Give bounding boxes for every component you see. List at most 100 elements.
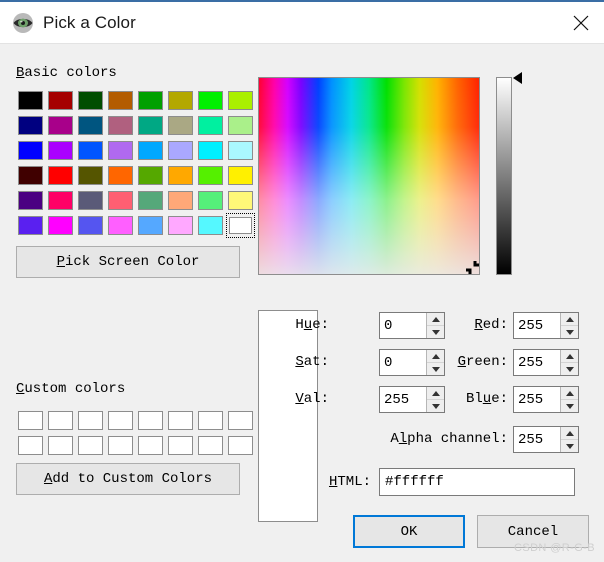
blue-value[interactable]: 255 — [514, 387, 560, 412]
basic-color-swatch[interactable] — [16, 88, 45, 113]
basic-color-swatch[interactable] — [166, 188, 195, 213]
value-slider[interactable] — [496, 77, 512, 275]
alpha-spinbox[interactable]: 255 — [513, 426, 579, 453]
basic-color-swatch[interactable] — [136, 213, 165, 238]
red-spinbox[interactable]: 255 — [513, 312, 579, 339]
basic-color-swatch[interactable] — [136, 138, 165, 163]
custom-color-swatch[interactable] — [106, 408, 135, 433]
basic-color-swatch[interactable] — [76, 138, 105, 163]
custom-color-swatch[interactable] — [76, 408, 105, 433]
custom-color-swatch[interactable] — [106, 433, 135, 458]
green-spin-buttons[interactable] — [560, 350, 578, 375]
custom-color-swatch[interactable] — [226, 433, 255, 458]
red-spin-buttons[interactable] — [560, 313, 578, 338]
html-color-input[interactable]: #ffffff — [379, 468, 575, 496]
pick-screen-color-button[interactable]: Pick Screen Color — [16, 246, 240, 278]
custom-color-swatch[interactable] — [16, 408, 45, 433]
basic-color-swatch[interactable] — [16, 138, 45, 163]
basic-color-swatch[interactable] — [16, 113, 45, 138]
basic-color-swatch[interactable] — [226, 213, 255, 238]
basic-color-swatch[interactable] — [196, 163, 225, 188]
swatch-fill — [48, 191, 73, 210]
custom-color-swatch[interactable] — [46, 433, 75, 458]
basic-color-swatch[interactable] — [46, 138, 75, 163]
hue-saturation-field[interactable] — [258, 77, 480, 275]
basic-color-swatch[interactable] — [166, 138, 195, 163]
basic-color-swatch[interactable] — [46, 163, 75, 188]
blue-spin-down[interactable] — [561, 400, 578, 412]
green-spin-up[interactable] — [561, 350, 578, 363]
basic-colors-grid[interactable] — [16, 88, 255, 238]
value-slider-marker[interactable] — [513, 72, 522, 84]
green-spin-down[interactable] — [561, 363, 578, 375]
basic-color-swatch[interactable] — [106, 163, 135, 188]
basic-color-swatch[interactable] — [226, 113, 255, 138]
basic-color-swatch[interactable] — [16, 188, 45, 213]
swatch-fill — [168, 141, 193, 160]
custom-color-swatch[interactable] — [166, 433, 195, 458]
basic-color-swatch[interactable] — [166, 163, 195, 188]
basic-color-swatch[interactable] — [76, 188, 105, 213]
ok-button[interactable]: OK — [353, 515, 465, 548]
basic-color-swatch[interactable] — [106, 113, 135, 138]
swatch-fill — [198, 91, 223, 110]
basic-color-swatch[interactable] — [106, 88, 135, 113]
basic-color-swatch[interactable] — [76, 213, 105, 238]
basic-color-swatch[interactable] — [196, 138, 225, 163]
basic-color-swatch[interactable] — [166, 213, 195, 238]
basic-color-swatch[interactable] — [76, 88, 105, 113]
basic-color-swatch[interactable] — [166, 113, 195, 138]
basic-color-swatch[interactable] — [76, 113, 105, 138]
custom-color-swatch[interactable] — [46, 408, 75, 433]
basic-color-swatch[interactable] — [16, 163, 45, 188]
custom-color-swatch[interactable] — [166, 408, 195, 433]
custom-color-swatch[interactable] — [196, 433, 225, 458]
color-field-cursor[interactable] — [466, 261, 479, 274]
basic-color-swatch[interactable] — [226, 188, 255, 213]
basic-color-swatch[interactable] — [46, 213, 75, 238]
basic-color-swatch[interactable] — [106, 188, 135, 213]
basic-color-swatch[interactable] — [46, 88, 75, 113]
basic-color-swatch[interactable] — [106, 138, 135, 163]
basic-color-swatch[interactable] — [196, 88, 225, 113]
basic-color-swatch[interactable] — [136, 163, 165, 188]
close-icon[interactable] — [558, 2, 604, 43]
basic-color-swatch[interactable] — [136, 188, 165, 213]
red-spin-down[interactable] — [561, 326, 578, 338]
green-value[interactable]: 255 — [514, 350, 560, 375]
swatch-fill — [228, 116, 253, 135]
custom-color-swatch[interactable] — [76, 433, 105, 458]
basic-color-swatch[interactable] — [76, 163, 105, 188]
basic-color-swatch[interactable] — [106, 213, 135, 238]
blue-spin-buttons[interactable] — [560, 387, 578, 412]
basic-color-swatch[interactable] — [226, 163, 255, 188]
alpha-value[interactable]: 255 — [514, 427, 560, 452]
green-spinbox[interactable]: 255 — [513, 349, 579, 376]
alpha-spin-buttons[interactable] — [560, 427, 578, 452]
basic-color-swatch[interactable] — [136, 88, 165, 113]
basic-color-swatch[interactable] — [16, 213, 45, 238]
basic-color-swatch[interactable] — [136, 113, 165, 138]
basic-color-swatch[interactable] — [196, 188, 225, 213]
custom-color-swatch[interactable] — [196, 408, 225, 433]
alpha-spin-up[interactable] — [561, 427, 578, 440]
val-label: Val: — [295, 391, 329, 407]
custom-color-swatch[interactable] — [16, 433, 45, 458]
red-spin-up[interactable] — [561, 313, 578, 326]
alpha-spin-down[interactable] — [561, 440, 578, 452]
basic-color-swatch[interactable] — [46, 188, 75, 213]
custom-color-swatch[interactable] — [136, 433, 165, 458]
red-value[interactable]: 255 — [514, 313, 560, 338]
custom-color-swatch[interactable] — [136, 408, 165, 433]
custom-color-swatch[interactable] — [226, 408, 255, 433]
add-to-custom-colors-button[interactable]: Add to Custom Colors — [16, 463, 240, 495]
basic-color-swatch[interactable] — [196, 113, 225, 138]
basic-color-swatch[interactable] — [196, 213, 225, 238]
basic-color-swatch[interactable] — [226, 88, 255, 113]
blue-spin-up[interactable] — [561, 387, 578, 400]
basic-color-swatch[interactable] — [46, 113, 75, 138]
custom-colors-grid[interactable] — [16, 408, 255, 458]
basic-color-swatch[interactable] — [226, 138, 255, 163]
blue-spinbox[interactable]: 255 — [513, 386, 579, 413]
basic-color-swatch[interactable] — [166, 88, 195, 113]
